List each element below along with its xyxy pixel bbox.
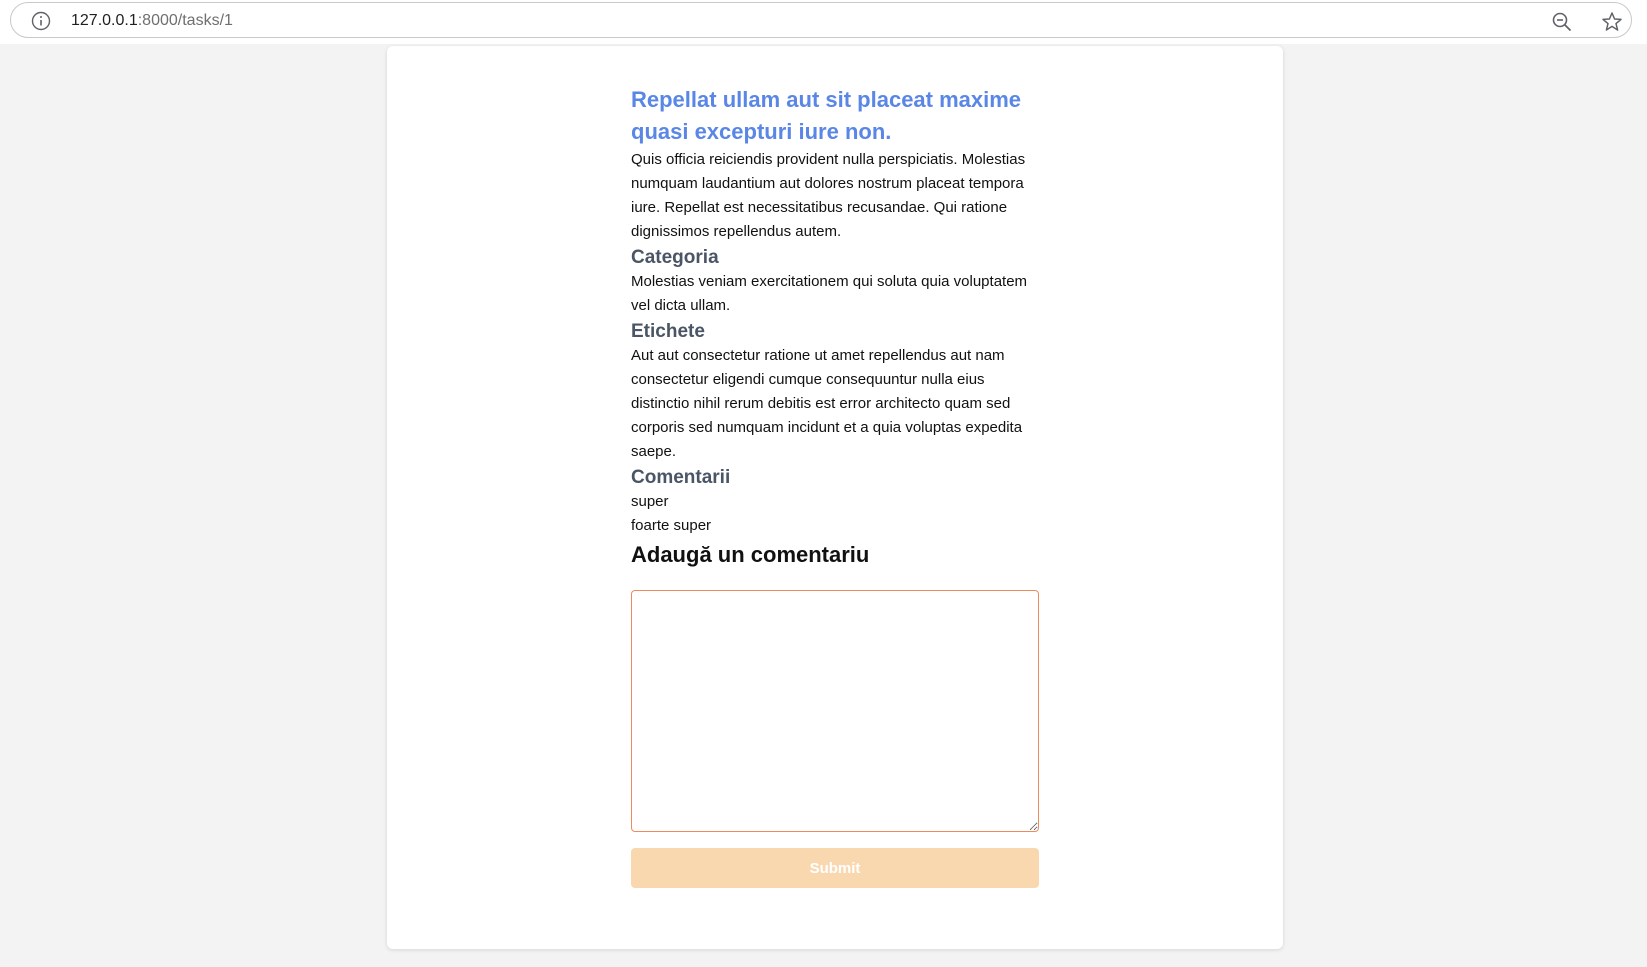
submit-button[interactable]: Submit <box>631 848 1039 888</box>
category-heading: Categoria <box>631 247 719 268</box>
url-host: 127.0.0.1 <box>71 12 138 29</box>
info-icon[interactable] <box>31 11 51 31</box>
url-text[interactable]: 127.0.0.1:8000/tasks/1 <box>71 11 233 31</box>
tags-heading: Etichete <box>631 321 705 342</box>
comment-textarea[interactable] <box>631 590 1039 832</box>
comments-list: super foarte super <box>631 490 1039 538</box>
task-content: Repellat ullam aut sit placeat maxime qu… <box>631 84 1039 888</box>
comments-heading: Comentarii <box>631 467 731 488</box>
task-description: Quis officia reiciendis provident nulla … <box>631 151 1026 240</box>
category-text: Molestias veniam exercitationem qui solu… <box>631 273 1028 314</box>
comment-item: super <box>631 493 669 510</box>
comment-item: foarte super <box>631 517 712 534</box>
browser-toolbar: 127.0.0.1:8000/tasks/1 <box>0 0 1647 44</box>
url-path: :8000/tasks/1 <box>137 12 233 29</box>
add-comment-heading: Adaugă un comentariu <box>631 542 870 567</box>
tags-text: Aut aut consectetur ratione ut amet repe… <box>631 347 1023 460</box>
star-icon[interactable] <box>1601 11 1623 33</box>
task-title: Repellat ullam aut sit placeat maxime qu… <box>631 87 1022 144</box>
address-bar[interactable]: 127.0.0.1:8000/tasks/1 <box>10 2 1632 38</box>
zoom-out-icon[interactable] <box>1551 11 1573 33</box>
